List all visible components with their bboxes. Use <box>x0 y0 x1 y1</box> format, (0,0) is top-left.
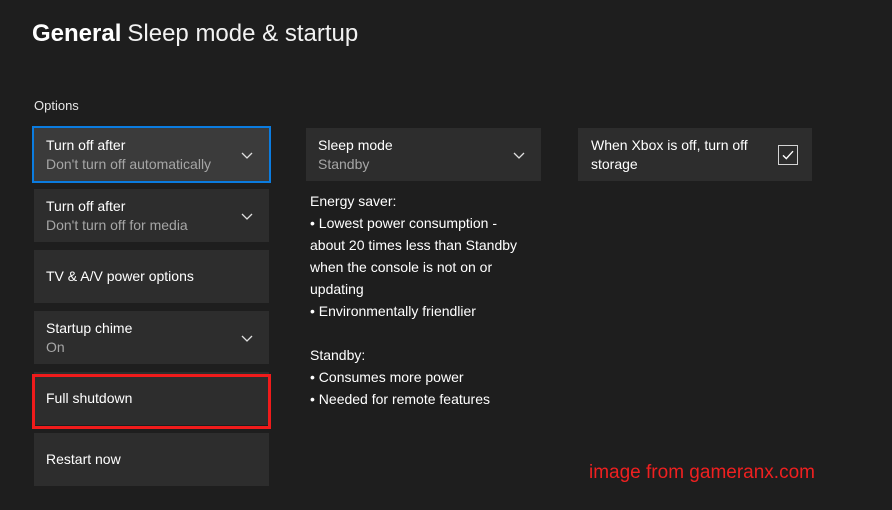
option-item-turn-off-after-media[interactable]: Turn off after Don't turn off for media <box>34 189 269 242</box>
standby-line: • Needed for remote features <box>310 391 490 407</box>
energy-saver-line: about 20 times less than Standby <box>310 237 518 253</box>
standby-heading: Standby: <box>310 347 366 363</box>
energy-saver-line: • Lowest power consumption - <box>310 215 497 231</box>
options-list: Turn off after Don't turn off automatica… <box>32 126 271 494</box>
option-item-turn-off-after-console[interactable]: Turn off after Don't turn off automatica… <box>32 126 271 183</box>
chevron-down-icon <box>239 147 255 163</box>
option-title: TV & A/V power options <box>46 268 194 284</box>
sleep-mode-description: Energy saver: • Lowest power consumption… <box>310 190 548 410</box>
sleep-mode-title: Sleep mode <box>318 136 393 153</box>
option-value: Don't turn off for media <box>46 216 188 233</box>
chevron-down-icon <box>511 147 527 163</box>
energy-saver-line: updating <box>310 281 364 297</box>
turn-off-storage-setting[interactable]: When Xbox is off, turn off storage <box>578 128 812 181</box>
turn-off-storage-label: When Xbox is off, turn off storage <box>591 136 748 172</box>
energy-saver-line: • Environmentally friendlier <box>310 303 476 319</box>
option-item-startup-chime[interactable]: Startup chime On <box>34 311 269 364</box>
sleep-mode-value: Standby <box>318 155 370 172</box>
chevron-down-icon <box>239 208 255 224</box>
standby-line: • Consumes more power <box>310 369 464 385</box>
option-title: Full shutdown <box>46 390 133 406</box>
chevron-down-icon <box>239 330 255 346</box>
energy-saver-heading: Energy saver: <box>310 193 397 209</box>
option-title: Startup chime <box>46 319 133 336</box>
option-item-tv-av-power-options[interactable]: TV & A/V power options <box>34 250 269 303</box>
option-value: Don't turn off automatically <box>46 155 212 172</box>
option-value: On <box>46 338 65 355</box>
watermark-text: image from gameranx.com <box>589 462 815 483</box>
option-title: Turn off after <box>46 197 126 214</box>
page-title-category: General <box>32 20 122 47</box>
option-title: Restart now <box>46 451 121 467</box>
options-section-label: Options <box>34 98 79 113</box>
option-item-restart-now[interactable]: Restart now <box>34 433 269 486</box>
checkbox-checked-icon[interactable] <box>778 144 798 165</box>
sleep-mode-dropdown[interactable]: Sleep mode Standby <box>306 128 541 181</box>
option-title: Turn off after <box>46 136 126 153</box>
page-title: General Sleep mode & startup <box>32 18 358 50</box>
page-title-subject: Sleep mode & startup <box>127 20 359 47</box>
option-item-full-shutdown[interactable]: Full shutdown <box>34 372 269 425</box>
energy-saver-line: when the console is not on or <box>310 259 493 275</box>
